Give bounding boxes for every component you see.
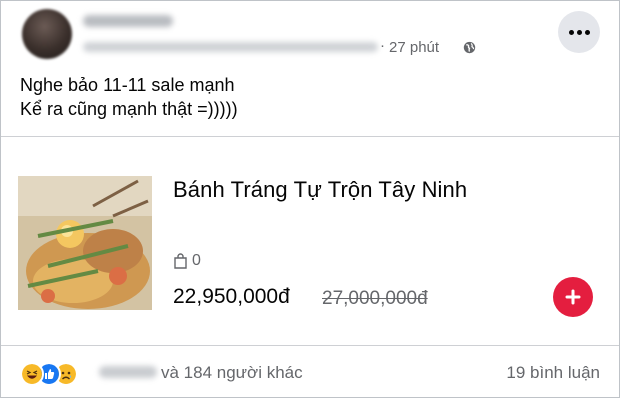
caption-line-2: Kể ra cũng mạnh thật =)))))	[20, 99, 238, 119]
comment-count[interactable]: 19 bình luận	[506, 363, 600, 383]
reaction-summary[interactable]	[20, 362, 92, 386]
haha-reaction-icon	[20, 362, 44, 386]
post-caption: Nghe bảo 11-11 sale mạnh Kể ra cũng mạnh…	[20, 73, 238, 121]
add-to-cart-button[interactable]	[553, 277, 593, 317]
reaction-count-text[interactable]: và 184 người khác	[161, 363, 303, 383]
stock-indicator: 0	[173, 252, 201, 270]
ellipsis-icon	[568, 29, 574, 35]
product-price: 22,950,000đ	[173, 285, 290, 308]
footer-divider	[1, 345, 619, 346]
post-card: · 27 phút Nghe bảo 11-11 sale mạnh Kể ra…	[0, 0, 620, 398]
product-title[interactable]: Bánh Tráng Tự Trộn Tây Ninh	[173, 177, 467, 203]
product-original-price: 27,000,000đ	[322, 288, 428, 309]
globe-icon	[463, 41, 476, 54]
subtitle-separator: ·	[380, 37, 385, 54]
stock-count: 0	[192, 252, 201, 269]
product-card-divider	[1, 136, 619, 137]
caption-line-1: Nghe bảo 11-11 sale mạnh	[20, 75, 235, 95]
author-name-blurred[interactable]	[83, 15, 173, 27]
author-avatar[interactable]	[22, 9, 72, 59]
product-image[interactable]	[18, 176, 152, 310]
post-timestamp[interactable]: 27 phút	[389, 39, 439, 56]
post-subtitle-blurred	[83, 42, 378, 52]
shopping-bag-icon	[174, 253, 187, 269]
plus-icon	[565, 289, 581, 305]
reactor-name-blurred[interactable]	[99, 366, 157, 378]
more-options-button[interactable]	[558, 11, 600, 53]
